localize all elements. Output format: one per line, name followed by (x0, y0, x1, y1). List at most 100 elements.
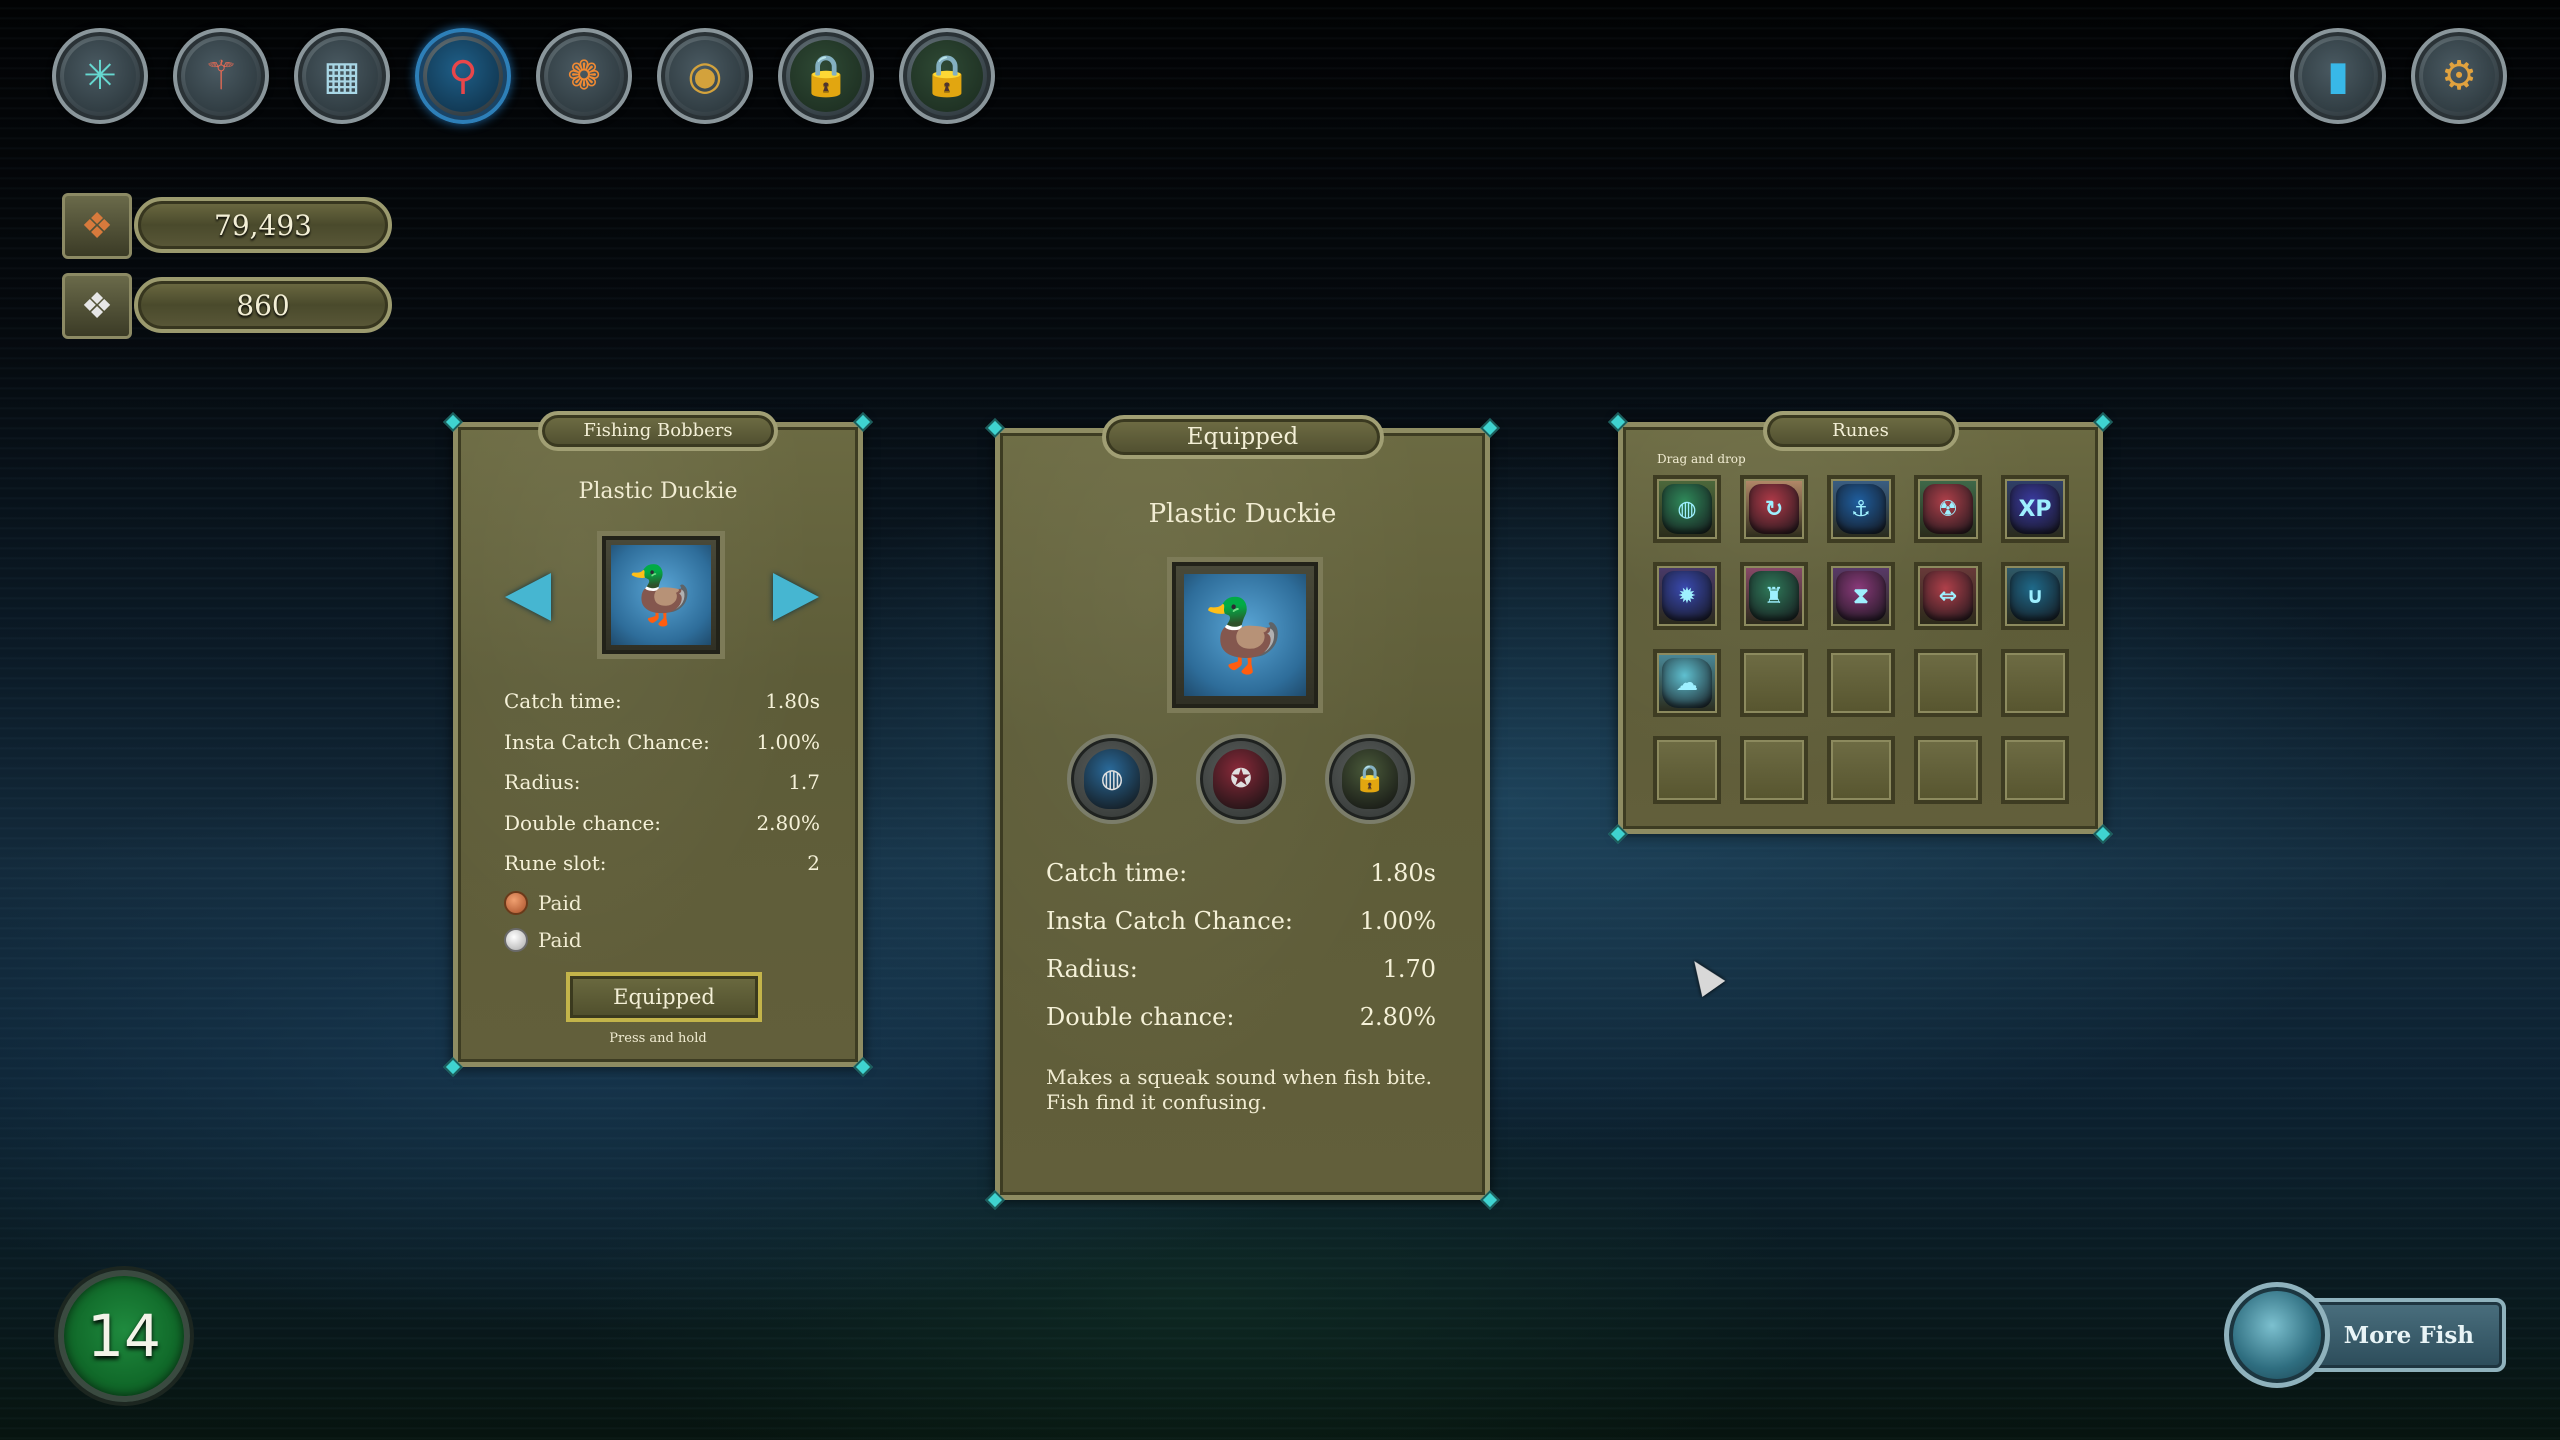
settings-gear-button[interactable]: ⚙ (2411, 28, 2507, 124)
panel-title: Runes (1832, 420, 1889, 441)
runes-panel: Runes Drag and drop ◍ ↻ ⚓ ☢ XP ✹ ♜ ⧗ ⇔ ∪ ☁ (1608, 411, 2113, 844)
rune-socket-red-icon: ✪ (1213, 749, 1269, 809)
bobber-button[interactable]: ⚲ (415, 28, 511, 124)
empty-rune-slot[interactable] (2001, 736, 2069, 804)
more-fish-label: More Fish (2343, 1321, 2474, 1349)
panel-corner (853, 1057, 873, 1077)
rune-slot[interactable]: ✹ (1653, 562, 1721, 630)
stat-label: Radius: (504, 770, 581, 794)
rune-slot[interactable]: ⚓ (1827, 475, 1895, 543)
clownfish-icon: ❁ (548, 40, 620, 112)
description-line: Fish find it confusing. (1046, 1090, 1268, 1114)
player-level-badge[interactable]: 14 (58, 1270, 190, 1402)
empty-rune-slot[interactable] (1827, 649, 1895, 717)
rune-slot[interactable]: ☢ (1914, 475, 1982, 543)
stat-value: 2 (807, 851, 820, 875)
bobber-description: Makes a squeak sound when fish bite. Fis… (1046, 1065, 1432, 1115)
rune-socket[interactable]: 🔒 (1325, 734, 1415, 824)
panel-corner (1480, 1190, 1500, 1210)
rune-socket-locked-icon: 🔒 (1342, 749, 1398, 809)
stat-row: Catch time: 1.80s (504, 689, 820, 713)
stat-row: Insta Catch Chance: 1.00% (1046, 907, 1436, 935)
stat-row: Double chance: 2.80% (504, 811, 820, 835)
bobber-name: Plastic Duckie (578, 479, 738, 504)
stat-label: Radius: (1046, 955, 1138, 983)
mouse-cursor-icon (1682, 953, 1726, 997)
empty-rune-slot[interactable] (1740, 736, 1808, 804)
equipped-bobber-frame: 🦆 (1167, 557, 1323, 713)
rune-pink-tower-icon: ♜ (1749, 571, 1799, 621)
rune-socket[interactable]: ◍ (1067, 734, 1157, 824)
clownfish-button[interactable]: ❁ (536, 28, 632, 124)
stat-label: Double chance: (504, 810, 662, 835)
stat-value: 1.70 (1382, 955, 1436, 983)
fishing-rod-button[interactable]: ⚚ (173, 28, 269, 124)
rune-slot[interactable]: ☁ (1653, 649, 1721, 717)
panel-corner (985, 418, 1005, 438)
panel-title-tab: Equipped (1101, 415, 1384, 459)
stat-label: Double chance: (1046, 1003, 1235, 1031)
panel-corner (1608, 824, 1628, 844)
empty-rune-slot[interactable] (1827, 736, 1895, 804)
stat-value: 1.00% (756, 729, 820, 754)
rune-socket[interactable]: ✪ (1196, 734, 1286, 824)
stat-row: Rune slot: 2 (504, 851, 820, 875)
empty-rune-slot[interactable] (1653, 736, 1721, 804)
stat-value: 2.80% (1359, 1003, 1436, 1031)
compass-button[interactable]: ◉ (657, 28, 753, 124)
rune-green-drop-icon: ◍ (1662, 484, 1712, 534)
rune-hourglass-icon: ⧗ (1836, 571, 1886, 621)
fishing-rod-icon: ⚚ (185, 40, 257, 112)
rune-slot[interactable]: ⧗ (1827, 562, 1895, 630)
rune-red-arrows-icon: ⇔ (1923, 571, 1973, 621)
stat-value: 1.7 (788, 770, 820, 794)
drag-and-drop-hint: Drag and drop (1657, 452, 1746, 466)
stat-label: Insta Catch Chance: (504, 729, 710, 754)
player-level: 14 (87, 1302, 161, 1370)
panel-corner (853, 412, 873, 432)
empty-rune-slot[interactable] (1914, 649, 1982, 717)
stat-row: Radius: 1.7 (504, 770, 820, 794)
stat-row: Catch time: 1.80s (1046, 859, 1436, 887)
more-fish-orb-icon[interactable] (2224, 1282, 2330, 1388)
lock-icon: 🔒 (790, 40, 862, 112)
rune-slot[interactable]: ♜ (1740, 562, 1808, 630)
panel-title: Fishing Bobbers (583, 420, 733, 441)
equipped-button[interactable]: Equipped (566, 972, 762, 1022)
rune-slot[interactable]: ∪ (2001, 562, 2069, 630)
skill-tree-button[interactable]: ✳ (52, 28, 148, 124)
stat-value: 1.80s (765, 689, 820, 713)
lock-button[interactable]: 🔒 (778, 28, 874, 124)
copper-coin-icon (504, 891, 528, 915)
rune-blue-anchor-icon: ⚓ (1836, 484, 1886, 534)
map-icon: ▦ (306, 40, 378, 112)
paid-copper-row: Paid (504, 891, 582, 915)
stat-row: Insta Catch Chance: 1.00% (504, 730, 820, 754)
rune-slot[interactable]: ⇔ (1914, 562, 1982, 630)
next-bobber-arrow-icon[interactable] (773, 573, 819, 621)
press-and-hold-hint: Press and hold (609, 1031, 707, 1046)
stat-row: Double chance: 2.80% (1046, 1003, 1436, 1031)
rune-slot[interactable]: XP (2001, 475, 2069, 543)
panel-corner (1480, 418, 1500, 438)
rune-slot[interactable]: ↻ (1740, 475, 1808, 543)
rune-magnet-icon: ∪ (2010, 571, 2060, 621)
stat-row: Radius: 1.70 (1046, 955, 1436, 983)
stats-chart-button[interactable]: ▮ (2290, 28, 2386, 124)
previous-bobber-arrow-icon[interactable] (505, 573, 551, 621)
rune-slot[interactable]: ◍ (1653, 475, 1721, 543)
empty-rune-slot[interactable] (1740, 649, 1808, 717)
panel-title-tab: Runes (1762, 411, 1959, 451)
stat-value: 1.00% (1359, 907, 1436, 935)
map-button[interactable]: ▦ (294, 28, 390, 124)
bobber-preview-frame: 🦆 (597, 531, 725, 659)
skill-tree-icon: ✳ (64, 40, 136, 112)
silver-ore-icon: ❖ (62, 273, 132, 339)
empty-rune-slot[interactable] (1914, 736, 1982, 804)
equipped-panel: Equipped Plastic Duckie 🦆 ◍ ✪ 🔒 Catch time… (985, 415, 1500, 1210)
empty-rune-slot[interactable] (2001, 649, 2069, 717)
lock-button[interactable]: 🔒 (899, 28, 995, 124)
compass-icon: ◉ (669, 40, 741, 112)
panel-title: Equipped (1186, 424, 1299, 450)
panel-corner (985, 1190, 1005, 1210)
